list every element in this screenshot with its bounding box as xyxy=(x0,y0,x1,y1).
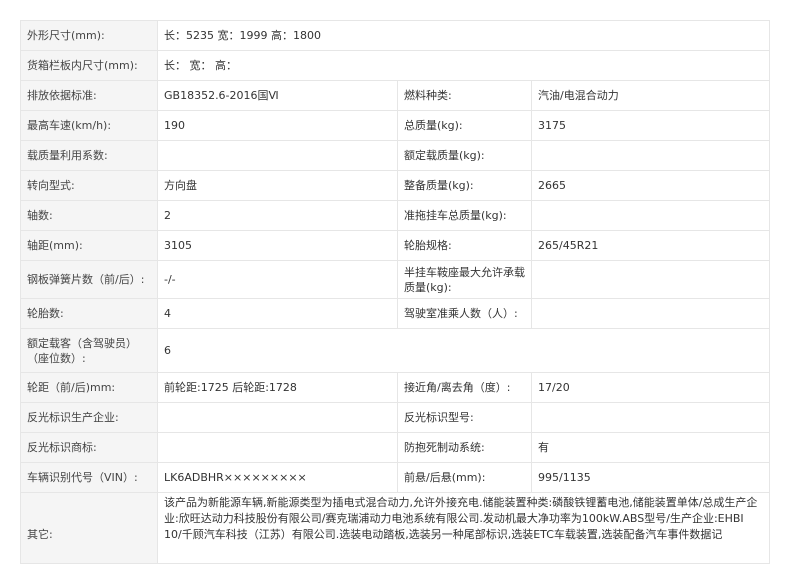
spec-row-leaf-springs: 钢板弹簧片数（前/后）: -/- 半挂车鞍座最大允许承载质量(kg): xyxy=(20,260,771,299)
spec-value: 汽油/电混合动力 xyxy=(530,80,771,111)
spec-label: 外形尺寸(mm): xyxy=(20,20,158,51)
spec-label: 总质量(kg): xyxy=(397,110,532,141)
spec-row-passengers: 额定载客（含驾驶员）（座位数）: 6 xyxy=(20,328,771,373)
spec-label: 轮胎规格: xyxy=(397,230,532,261)
spec-value: 3175 xyxy=(530,110,771,141)
spec-row-track: 轮距（前/后)mm: 前轮距:1725 后轮距:1728 接近角/离去角（度）:… xyxy=(20,372,771,403)
spec-label: 转向型式: xyxy=(20,170,158,201)
other-notes-text: 该产品为新能源车辆,新能源类型为插电式混合动力,允许外接充电.储能装置种类:磷酸… xyxy=(164,496,758,541)
spec-row-axles: 轴数: 2 准拖挂车总质量(kg): xyxy=(20,200,771,231)
spec-label: 反光标识商标: xyxy=(20,432,158,463)
spec-value: 长：5235 宽：1999 高：1800 xyxy=(156,20,771,51)
spec-label: 钢板弹簧片数（前/后）: xyxy=(20,260,158,299)
vehicle-spec-table: 外形尺寸(mm): 长：5235 宽：1999 高：1800 货箱栏板内尺寸(m… xyxy=(20,20,771,564)
spec-value: 2 xyxy=(157,200,398,231)
spec-row-cargo-box: 货箱栏板内尺寸(mm): 长： 宽： 高： xyxy=(20,50,771,81)
spec-row-tire-count: 轮胎数: 4 驾驶室准乘人数（人）: xyxy=(20,298,771,329)
spec-value: 265/45R21 xyxy=(530,230,771,261)
spec-row-speed: 最高车速(km/h): 190 总质量(kg): 3175 xyxy=(20,110,771,141)
spec-row-steering: 转向型式: 方向盘 整备质量(kg): 2665 xyxy=(20,170,771,201)
spec-value xyxy=(157,140,398,171)
spec-value: LK6ADBHR××××××××× xyxy=(157,462,398,493)
spec-label: 其它: xyxy=(20,492,158,564)
spec-value xyxy=(530,298,771,329)
spec-value xyxy=(530,402,771,433)
spec-label: 轴数: xyxy=(20,200,158,231)
spec-value: GB18352.6-2016国Ⅵ xyxy=(157,80,398,111)
spec-value: 长： 宽： 高： xyxy=(156,50,771,81)
spec-value: 995/1135 xyxy=(530,462,771,493)
spec-label: 接近角/离去角（度）: xyxy=(397,372,532,403)
spec-label: 半挂车鞍座最大允许承载质量(kg): xyxy=(397,260,532,299)
spec-row-reflector-maker: 反光标识生产企业: 反光标识型号: xyxy=(20,402,771,433)
spec-value: 4 xyxy=(157,298,398,329)
spec-label: 反光标识型号: xyxy=(397,402,532,433)
spec-value xyxy=(157,402,398,433)
spec-row-reflector-brand: 反光标识商标: 防抱死制动系统: 有 xyxy=(20,432,771,463)
spec-value: 该产品为新能源车辆,新能源类型为插电式混合动力,允许外接充电.储能装置种类:磷酸… xyxy=(156,492,771,564)
spec-label: 排放依据标准: xyxy=(20,80,158,111)
spec-value xyxy=(530,260,771,299)
spec-label: 驾驶室准乘人数（人）: xyxy=(397,298,532,329)
spec-value xyxy=(157,432,398,463)
spec-row-load-factor: 载质量利用系数: 额定载质量(kg): xyxy=(20,140,771,171)
spec-value: 有 xyxy=(530,432,771,463)
spec-row-wheelbase: 轴距(mm): 3105 轮胎规格: 265/45R21 xyxy=(20,230,771,261)
spec-label: 反光标识生产企业: xyxy=(20,402,158,433)
spec-value: -/- xyxy=(157,260,398,299)
spec-row-dimensions: 外形尺寸(mm): 长：5235 宽：1999 高：1800 xyxy=(20,20,771,51)
spec-label: 车辆识别代号（VIN）: xyxy=(20,462,158,493)
spec-value: 方向盘 xyxy=(157,170,398,201)
spec-label: 防抱死制动系统: xyxy=(397,432,532,463)
spec-label: 轮胎数: xyxy=(20,298,158,329)
spec-label: 整备质量(kg): xyxy=(397,170,532,201)
spec-label: 最高车速(km/h): xyxy=(20,110,158,141)
spec-label: 燃料种类: xyxy=(397,80,532,111)
spec-value xyxy=(530,140,771,171)
spec-label: 载质量利用系数: xyxy=(20,140,158,171)
spec-label: 货箱栏板内尺寸(mm): xyxy=(20,50,158,81)
spec-value: 前轮距:1725 后轮距:1728 xyxy=(157,372,398,403)
spec-value: 17/20 xyxy=(530,372,771,403)
spec-value: 190 xyxy=(157,110,398,141)
spec-row-other: 其它: 该产品为新能源车辆,新能源类型为插电式混合动力,允许外接充电.储能装置种… xyxy=(20,492,771,564)
spec-value xyxy=(530,200,771,231)
spec-label: 前悬/后悬(mm): xyxy=(397,462,532,493)
spec-value: 3105 xyxy=(157,230,398,261)
spec-label: 轮距（前/后)mm: xyxy=(20,372,158,403)
spec-value: 2665 xyxy=(530,170,771,201)
spec-label: 额定载质量(kg): xyxy=(397,140,532,171)
spec-row-emission: 排放依据标准: GB18352.6-2016国Ⅵ 燃料种类: 汽油/电混合动力 xyxy=(20,80,771,111)
spec-row-vin: 车辆识别代号（VIN）: LK6ADBHR××××××××× 前悬/后悬(mm)… xyxy=(20,462,771,493)
spec-label: 准拖挂车总质量(kg): xyxy=(397,200,532,231)
spec-label: 轴距(mm): xyxy=(20,230,158,261)
spec-label: 额定载客（含驾驶员）（座位数）: xyxy=(20,328,158,373)
spec-value: 6 xyxy=(156,328,771,373)
